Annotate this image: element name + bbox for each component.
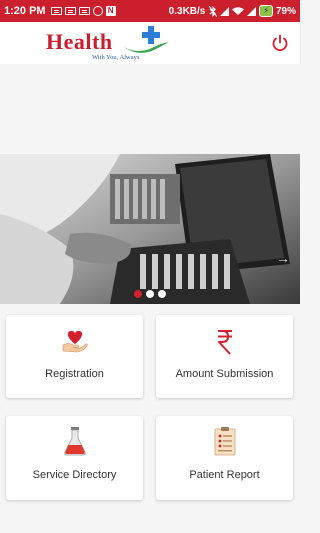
signal-icon xyxy=(220,6,230,16)
carousel-dot[interactable] xyxy=(134,290,142,298)
message-icon xyxy=(50,7,62,15)
network-speed: 0.3KB/s xyxy=(168,5,206,17)
registration-card[interactable]: Registration xyxy=(6,315,143,398)
signal-icon xyxy=(247,6,257,16)
next-slide-arrow-icon[interactable]: → xyxy=(276,250,290,266)
service-directory-card[interactable]: Service Directory xyxy=(6,416,143,500)
card-label: Amount Submission xyxy=(175,368,274,380)
status-time: 1:20 PM xyxy=(4,5,46,17)
card-label: Registration xyxy=(45,368,104,380)
banner-spacer xyxy=(0,64,300,154)
wifi-icon xyxy=(232,7,245,15)
message-icon xyxy=(64,7,76,15)
health-logo: Health With You, Always xyxy=(46,25,176,63)
message-icon xyxy=(78,7,90,15)
status-bar: 1:20 PM N 0.3KB/s ⚡ 79% xyxy=(0,0,300,22)
carousel-dot[interactable] xyxy=(158,290,166,298)
whatsapp-icon xyxy=(92,6,103,16)
patient-report-card[interactable]: Patient Report xyxy=(156,416,293,500)
n-icon: N xyxy=(105,6,116,16)
battery-icon: ⚡ xyxy=(259,5,273,17)
flask-icon xyxy=(63,427,86,456)
lab-photo xyxy=(0,154,300,304)
carousel-dots xyxy=(0,290,300,300)
swoosh-icon xyxy=(124,42,169,53)
bluetooth-off-icon xyxy=(209,5,218,17)
battery-percent: 79% xyxy=(275,5,296,17)
banner-carousel[interactable] xyxy=(0,154,300,304)
card-label: Service Directory xyxy=(32,469,117,481)
rupee-icon xyxy=(217,330,232,355)
report-icon xyxy=(214,427,235,456)
logo-text: Health xyxy=(46,29,113,54)
card-label: Patient Report xyxy=(189,469,260,481)
app-header: Health With You, Always xyxy=(0,22,300,64)
logo-tagline: With You, Always xyxy=(92,54,140,61)
power-icon[interactable] xyxy=(271,34,289,52)
amount-submission-card[interactable]: Amount Submission xyxy=(156,315,293,398)
heart-hand-icon xyxy=(62,330,88,353)
carousel-dot[interactable] xyxy=(146,290,154,298)
